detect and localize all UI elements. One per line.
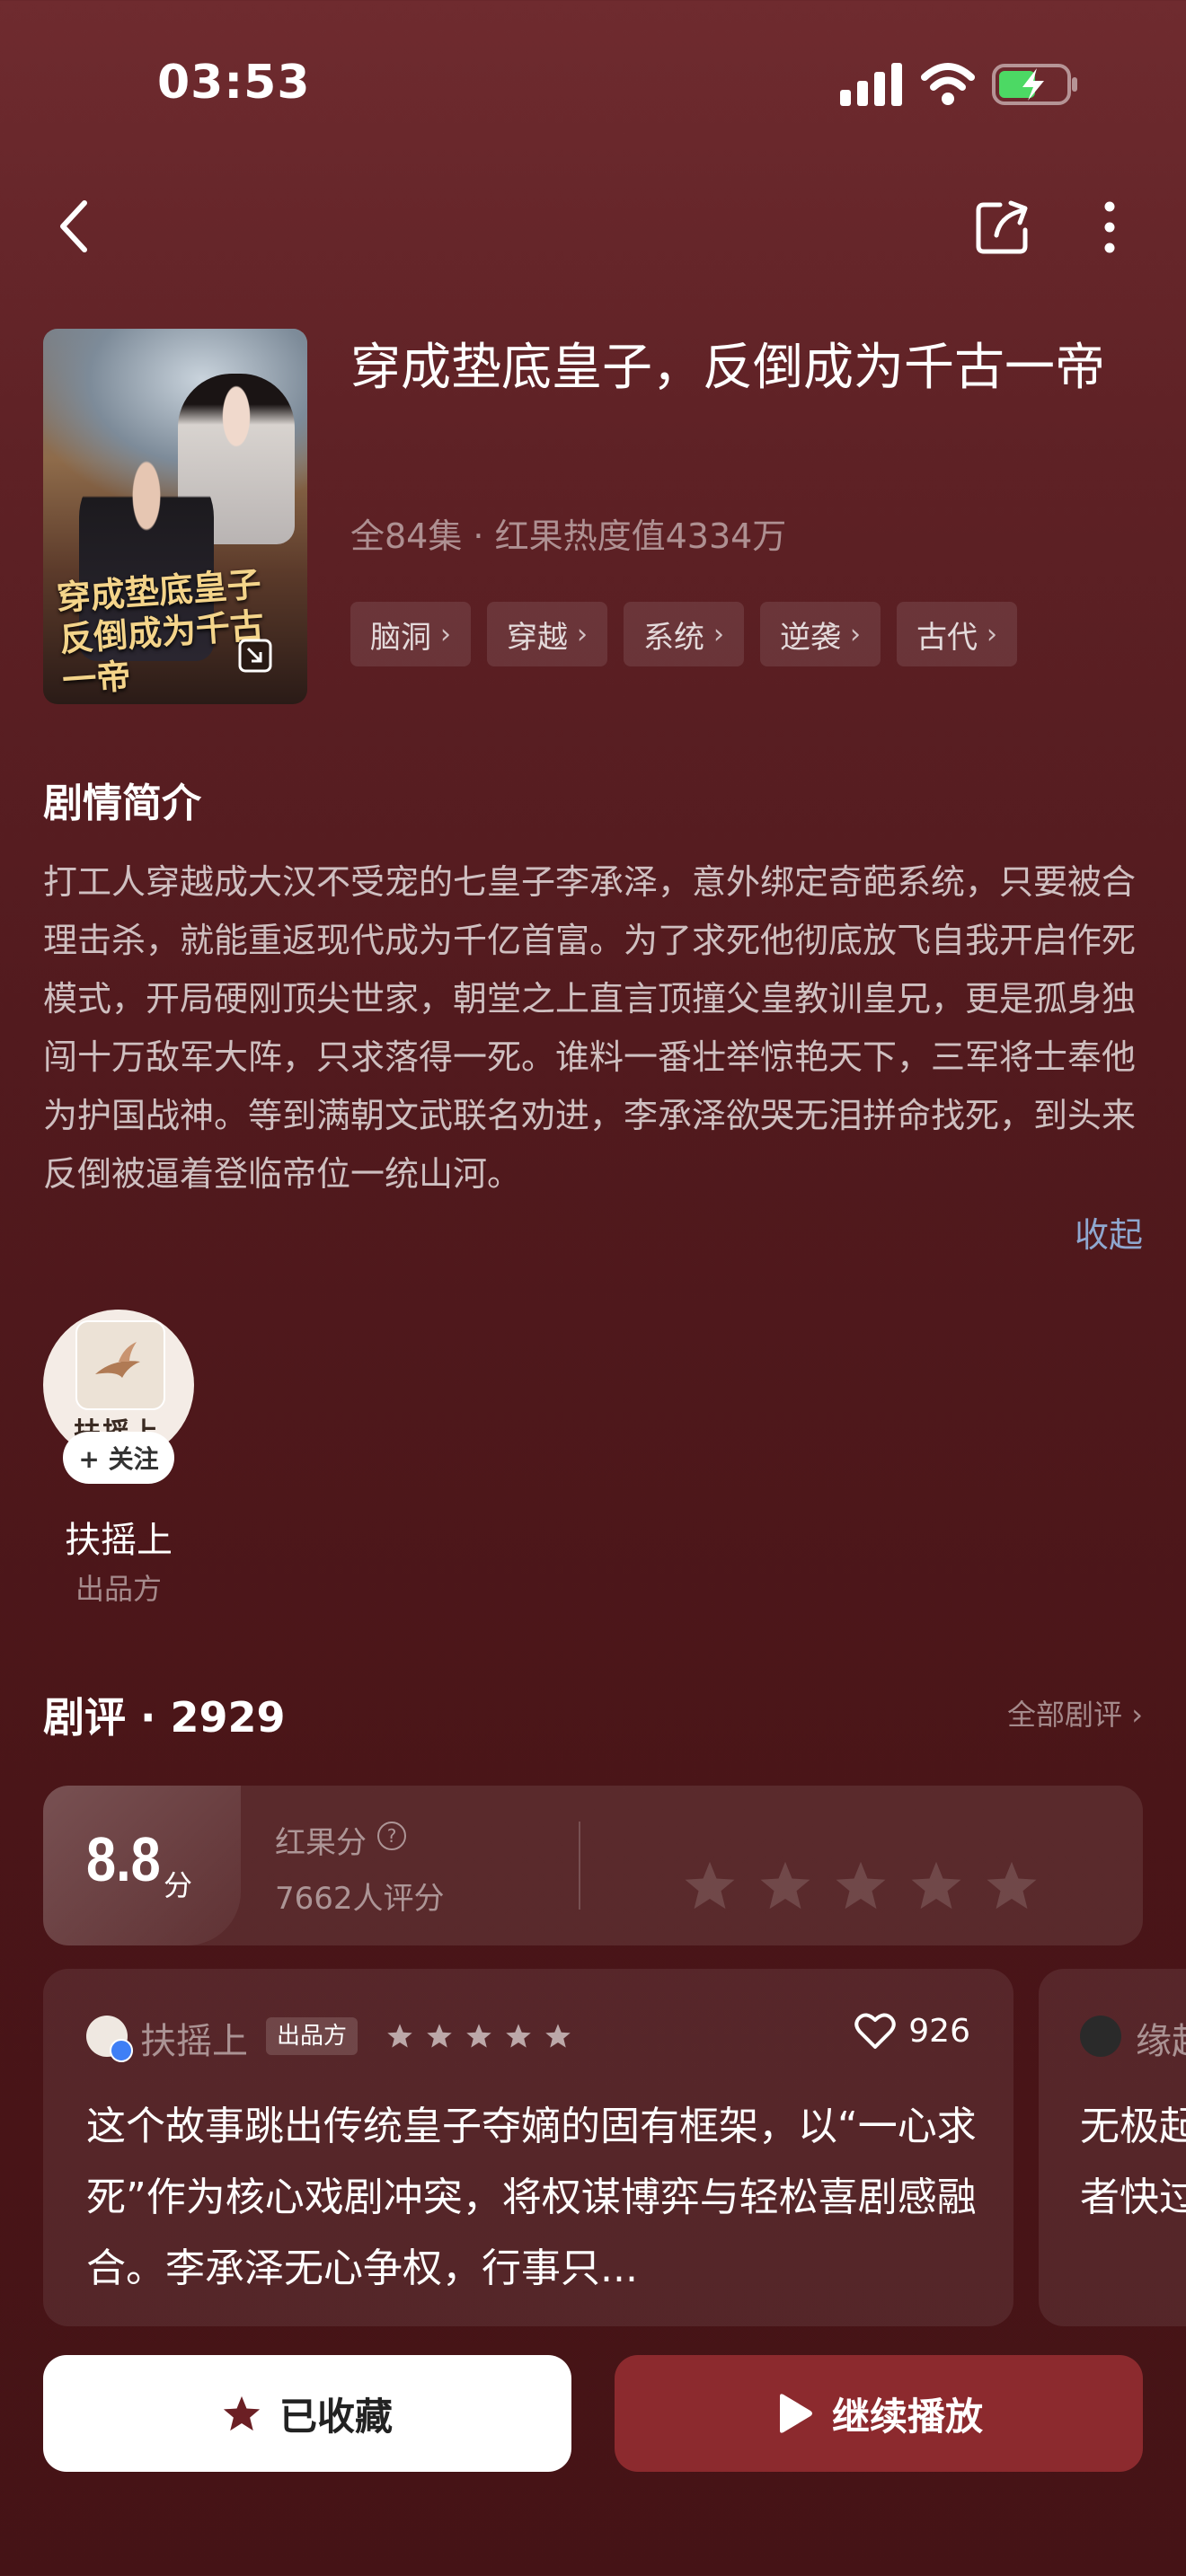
- star-outline-icon[interactable]: [909, 1859, 963, 1911]
- verified-icon: [110, 2039, 133, 2062]
- continue-play-button[interactable]: 继续播放: [615, 2355, 1143, 2472]
- picture-in-picture-icon[interactable]: [237, 638, 273, 674]
- review-text: 无极起 者快过: [1080, 2104, 1186, 2220]
- tag-chip[interactable]: 系统 ›: [624, 602, 744, 666]
- star-icon: [466, 2024, 491, 2048]
- tag-chip[interactable]: 古代 ›: [897, 602, 1017, 666]
- cellular-signal-icon: [840, 63, 902, 106]
- tag-list: 脑洞 › 穿越 › 系统 › 逆袭 › 古代 ›: [350, 602, 1017, 666]
- follow-button[interactable]: + 关注: [63, 1432, 174, 1484]
- tag-chip[interactable]: 逆袭 ›: [760, 602, 881, 666]
- score-card[interactable]: 8.8 分 红果分 ? 7662人评分: [43, 1786, 1143, 1945]
- review-card[interactable]: 缘起 无极起 者快过: [1039, 1969, 1186, 2326]
- reviewer-avatar[interactable]: [86, 2016, 133, 2062]
- heart-icon: [854, 2013, 897, 2049]
- help-icon[interactable]: ?: [377, 1822, 406, 1850]
- star-icon: [387, 2024, 412, 2048]
- play-icon: [779, 2394, 812, 2433]
- drama-meta: 全84集 · 红果热度值4334万: [350, 516, 787, 556]
- drama-title: 穿成垫底皇子，反倒成为千古一帝: [350, 339, 1105, 397]
- score-unit: 分: [164, 1868, 193, 1902]
- reviewer-avatar[interactable]: [1080, 2016, 1121, 2057]
- producer-name[interactable]: 扶摇上: [43, 1511, 194, 1563]
- reviewer-name[interactable]: 扶摇上: [140, 2012, 248, 2064]
- star-icon: [545, 2024, 571, 2048]
- star-icon: [427, 2024, 452, 2048]
- poster-title: 穿成垫底皇子 反倒成为千古一帝: [55, 563, 266, 701]
- divider: [579, 1822, 580, 1910]
- tag-chip[interactable]: 脑洞 ›: [350, 602, 471, 666]
- chevron-right-icon: ›: [713, 618, 724, 650]
- producer-logo: [75, 1320, 165, 1410]
- review-card[interactable]: 扶摇上 出品方 926 这个故事跳出传统皇子夺嫡的固有框架，以“一心求死”作为核…: [43, 1969, 1013, 2326]
- score-value: 8.8: [86, 1824, 161, 1894]
- all-reviews-link[interactable]: 全部剧评 ›: [1007, 1692, 1143, 1734]
- tag-chip[interactable]: 穿越 ›: [487, 602, 607, 666]
- star-outline-icon[interactable]: [683, 1859, 737, 1911]
- rate-stars[interactable]: [683, 1859, 1039, 1911]
- star-outline-icon[interactable]: [834, 1859, 888, 1911]
- reviews-heading: 剧评 · 2929: [43, 1693, 286, 1742]
- star-filled-icon: [223, 2395, 261, 2431]
- status-time: 03:53: [157, 56, 311, 110]
- share-icon[interactable]: [975, 199, 1031, 255]
- drama-poster[interactable]: 穿成垫底皇子 反倒成为千古一帝: [43, 329, 307, 704]
- battery-charging-icon: [992, 64, 1077, 105]
- producer-role: 出品方: [75, 1572, 162, 1606]
- chevron-right-icon: ›: [577, 618, 588, 650]
- collapse-button[interactable]: 收起: [1075, 1207, 1143, 1257]
- reviewer-name[interactable]: 缘起: [1136, 2012, 1186, 2064]
- synopsis-heading: 剧情简介: [43, 781, 201, 826]
- star-icon: [506, 2024, 531, 2048]
- star-outline-icon[interactable]: [985, 1859, 1039, 1911]
- favorite-button[interactable]: 已收藏: [43, 2355, 571, 2472]
- review-rating: [386, 2023, 571, 2049]
- rating-count: 7662人评分: [275, 1881, 445, 1917]
- chevron-right-icon: ›: [987, 618, 997, 650]
- more-options-icon[interactable]: [1098, 199, 1121, 255]
- chevron-right-icon: ›: [440, 618, 451, 650]
- review-text: 这个故事跳出传统皇子夺嫡的固有框架，以“一心求死”作为核心戏剧冲突，将权谋博弈与…: [86, 2104, 977, 2291]
- wifi-icon: [921, 63, 975, 105]
- back-arrow-icon[interactable]: [56, 198, 92, 255]
- like-count: 926: [908, 2012, 970, 2050]
- star-outline-icon[interactable]: [758, 1859, 812, 1911]
- like-button[interactable]: 926: [854, 2012, 970, 2050]
- chevron-right-icon: ›: [850, 618, 861, 650]
- producer-badge: 出品方: [266, 2017, 358, 2055]
- bird-icon: [95, 1342, 140, 1378]
- synopsis-text: 打工人穿越成大汉不受宠的七皇子李承泽，意外绑定奇葩系统，只要被合理击杀，就能重返…: [43, 862, 1137, 1194]
- score-label: 红果分: [275, 1825, 367, 1861]
